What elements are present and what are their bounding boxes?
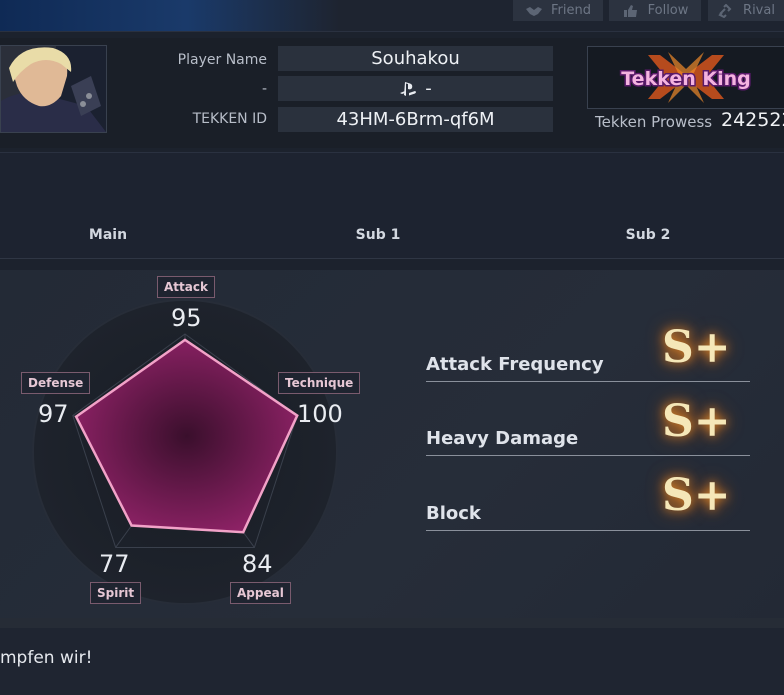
attack-axis-label: Attack — [157, 276, 215, 298]
defense-value: 97 — [38, 400, 69, 428]
prowess-label: Tekken Prowess — [595, 113, 713, 131]
stats-panel: Attack 95 Technique 100 Appeal 84 Spirit… — [0, 270, 784, 619]
appeal-axis-label: Appeal — [230, 582, 291, 604]
platform-field: - — [278, 76, 553, 101]
skill-grade-block: S+ — [662, 470, 731, 521]
appeal-value: 84 — [242, 550, 273, 578]
top-bar: Friend Follow Rival — [0, 0, 784, 32]
handshake-icon — [526, 6, 542, 16]
player-message: mpfen wir! — [0, 628, 784, 695]
top-bar-banner — [0, 0, 340, 31]
divider — [0, 618, 784, 628]
thumbs-up-icon — [623, 4, 637, 17]
skill-name-attack-frequency: Attack Frequency — [426, 354, 604, 375]
skill-name-block: Block — [426, 503, 481, 524]
rank-emblem: Tekken King — [587, 46, 784, 109]
friend-button[interactable]: Friend — [513, 0, 603, 21]
profile-panel: Player Name Souhakou - - TEKKEN ID 43HM-… — [0, 38, 784, 148]
skill-name-heavy-damage: Heavy Damage — [426, 428, 579, 449]
rival-label: Rival — [743, 3, 775, 18]
spirit-axis-label: Spirit — [90, 582, 142, 604]
player-avatar — [0, 45, 107, 133]
rival-button[interactable]: Rival — [708, 0, 784, 21]
main-character-label: Main — [88, 227, 128, 243]
prowess-value: 242522 — [721, 109, 784, 131]
sub2-character-label: Sub 2 — [625, 227, 671, 243]
svg-text:Tekken King: Tekken King — [621, 68, 750, 90]
sub1-character-label: Sub 1 — [355, 227, 401, 243]
character-band: Main Sub 1 Sub 2 — [0, 152, 784, 259]
skill-grade-attack-frequency: S+ — [662, 322, 731, 373]
player-name-value: Souhakou — [371, 48, 460, 69]
player-message-text: mpfen wir! — [0, 648, 93, 668]
player-name-field: Souhakou — [278, 46, 553, 71]
attack-value: 95 — [171, 304, 202, 332]
follow-label: Follow — [647, 3, 689, 18]
playstation-icon — [400, 81, 417, 96]
technique-value: 100 — [297, 400, 343, 428]
friend-label: Friend — [551, 3, 591, 18]
link-icon — [718, 3, 732, 18]
skill-divider — [426, 455, 750, 456]
tekken-id-label: TEKKEN ID — [192, 111, 267, 127]
platform-label: - — [261, 81, 267, 97]
tekken-id-value: 43HM-6Brm-qf6M — [336, 109, 495, 130]
defense-axis-label: Defense — [21, 372, 91, 394]
tekken-id-field: 43HM-6Brm-qf6M — [278, 107, 553, 132]
spirit-value: 77 — [99, 550, 130, 578]
follow-button[interactable]: Follow — [609, 0, 701, 21]
skill-divider — [426, 530, 750, 531]
player-name-label: Player Name — [177, 52, 267, 68]
skill-divider — [426, 381, 750, 382]
technique-axis-label: Technique — [278, 372, 361, 394]
platform-value: - — [425, 78, 432, 99]
skill-grade-heavy-damage: S+ — [662, 396, 731, 447]
